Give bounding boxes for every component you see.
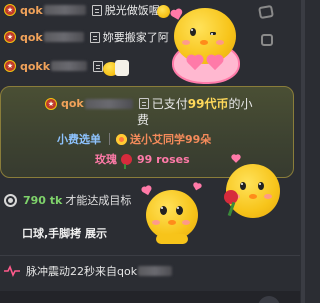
rose-label: 玫瑰 [95,153,117,166]
divider [109,133,110,145]
blurred-username [43,32,84,42]
document-icon [93,60,104,72]
pulse-message: 脉冲震动22秒来自 qok [4,263,178,279]
flower-icon [116,133,127,145]
message-text: 脱光做饭喔 [104,4,160,17]
sticker-heart-chick [168,6,246,86]
divider [0,255,300,256]
document-icon [89,31,100,43]
top-right-icon [261,34,273,46]
scrollbar[interactable] [301,0,305,303]
paid-suffix: 的小 [228,97,253,111]
chat-message: ★ qokk [4,58,106,74]
star-badge-icon: ★ [4,4,16,16]
username[interactable]: qokk [20,60,50,73]
tip-menu-button[interactable]: 小费选单 [57,131,101,147]
document-icon [138,98,149,109]
tk-count: 790 tk [23,193,63,207]
target-icon [4,193,17,207]
blurred-username [138,266,173,276]
sticker-small-chick [103,56,131,78]
gift-line: ★ qok 已支付 99代币 的小 [45,95,252,112]
sticker-rose-chick [222,156,286,222]
username[interactable]: qok [20,4,43,17]
rose-count: 99 roses [137,152,190,166]
pulse-user[interactable]: qok [117,265,137,278]
username[interactable]: qok [61,97,84,110]
chat-message: ★ qok 脱光做饭喔 [4,2,160,18]
goal-row: 790 tk 才能达成目标 [4,192,131,208]
chat-input-bar [0,291,300,303]
star-badge-icon: ★ [45,97,57,110]
top-right-icon [258,4,274,20]
blurred-username [51,61,88,71]
paid-prefix: 已支付 [151,97,188,111]
paid-suffix-2: 费 [137,113,150,127]
document-icon [91,4,102,16]
star-badge-icon: ★ [4,60,16,72]
blurred-username [43,5,86,15]
sticker-crying-chick [136,180,208,248]
username[interactable]: qok [20,31,43,44]
pulse-text: 脉冲震动22秒来自 [26,265,117,278]
paid-amount: 99代币 [187,97,229,111]
gift-menu-row: 小费选单 送小艾同学99朵 [57,131,211,147]
blurred-username [84,98,133,109]
chat-message: ★ qok 妳要搬家了阿 [4,29,169,45]
goal-text: 才能达成目标 [65,194,132,207]
rose-icon [121,153,132,169]
pulse-icon [4,265,20,277]
message-text: 妳要搬家了阿 [102,31,169,44]
roses-row: 玫瑰 99 roses [95,151,190,169]
goal-description: 口球,手脚拷 展示 [22,227,108,240]
star-badge-icon: ★ [4,31,16,43]
send-gift-text: 送小艾同学99朵 [130,133,212,146]
